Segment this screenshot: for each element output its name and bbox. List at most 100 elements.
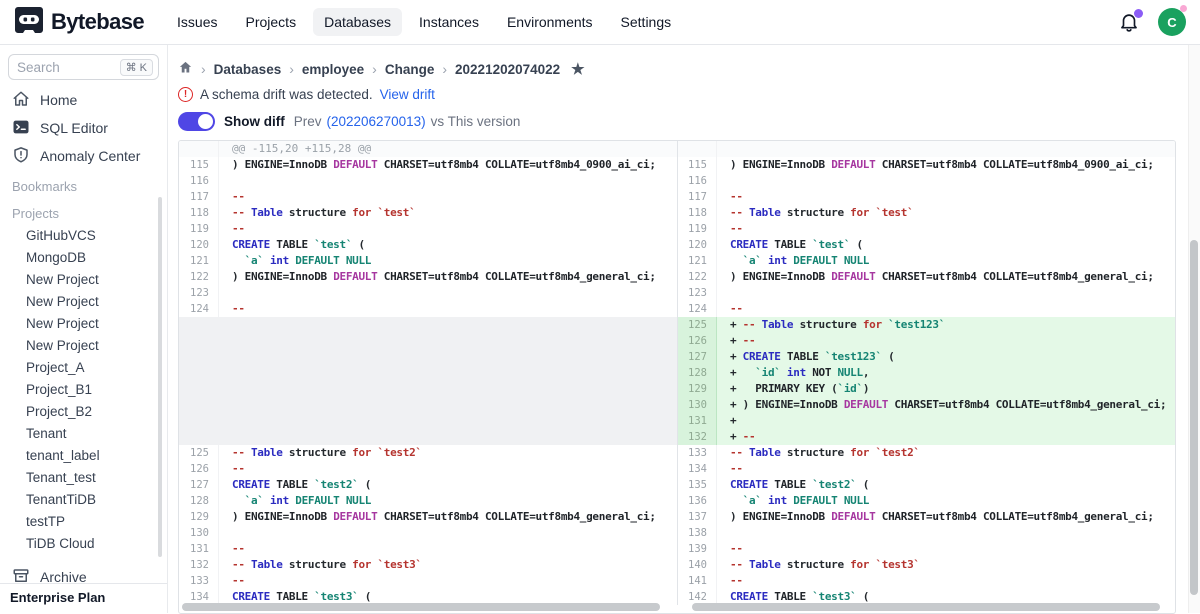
breadcrumb-item-employee[interactable]: employee xyxy=(302,62,364,77)
diff-line-number-left: 117 xyxy=(179,189,219,205)
diff-code-r: -- xyxy=(717,189,1175,205)
nav-item-projects[interactable]: Projects xyxy=(235,8,308,36)
diff-line-number-right: 122 xyxy=(677,269,717,285)
diff-line-number-right: 135 xyxy=(677,477,717,493)
schema-drift-alert: ! A schema drift was detected. View drif… xyxy=(178,83,1188,105)
diff-line-number-left: 121 xyxy=(179,253,219,269)
diff-right-hscrollbar[interactable] xyxy=(692,603,1160,611)
prev-version-link[interactable]: (202206270013) xyxy=(327,114,426,129)
anomaly-center-icon xyxy=(12,146,30,167)
search-input[interactable]: Search ⌘ K xyxy=(8,54,159,80)
diff-code-r: -- xyxy=(717,573,1175,589)
breadcrumb-item-databases[interactable]: Databases xyxy=(214,62,282,77)
diff-code-l: -- xyxy=(219,461,677,477)
diff-line-number-left: 123 xyxy=(179,285,219,301)
nav-item-databases[interactable]: Databases xyxy=(313,8,402,36)
diff-toolbar: Show diff Prev (202206270013) vs This ve… xyxy=(178,109,1188,133)
sidebar-project-tenanttidb[interactable]: TenantTiDB xyxy=(0,488,167,510)
diff-line-number-right: 131 xyxy=(677,413,717,429)
sidebar-project-project-b2[interactable]: Project_B2 xyxy=(0,400,167,422)
sidebar-project-new-project[interactable]: New Project xyxy=(0,290,167,312)
diff-code-l xyxy=(219,413,677,429)
diff-code-r: -- xyxy=(717,221,1175,237)
diff-code-l: `a` int DEFAULT NULL xyxy=(219,493,677,509)
page-scrollbar-thumb[interactable] xyxy=(1190,240,1198,595)
sidebar-project-tenant[interactable]: Tenant xyxy=(0,422,167,444)
avatar-initial: C xyxy=(1158,8,1186,36)
sidebar-project-new-project[interactable]: New Project xyxy=(0,312,167,334)
diff-line-number-left xyxy=(179,141,219,157)
diff-code-l: CREATE TABLE `test` ( xyxy=(219,237,677,253)
bytebase-logo[interactable]: Bytebase xyxy=(14,5,144,40)
sidebar-project-project-b1[interactable]: Project_B1 xyxy=(0,378,167,400)
diff-row: 131+ xyxy=(179,413,1175,429)
sidebar-sections: BookmarksProjectsGitHubVCSMongoDBNew Pro… xyxy=(0,170,167,554)
diff-line-number-left xyxy=(179,381,219,397)
breadcrumb-item-change[interactable]: Change xyxy=(385,62,435,77)
sidebar-item-anomaly-center[interactable]: Anomaly Center xyxy=(0,142,167,170)
notifications-button[interactable] xyxy=(1118,11,1140,33)
diff-row: 133--141-- xyxy=(179,573,1175,589)
diff-line-number-right: 133 xyxy=(677,445,717,461)
diff-row: 127CREATE TABLE `test2` (135CREATE TABLE… xyxy=(179,477,1175,493)
diff-code-r: `a` int DEFAULT NULL xyxy=(717,493,1175,509)
search-placeholder: Search xyxy=(17,60,120,75)
diff-code-r: -- xyxy=(717,541,1175,557)
search-shortcut-kbd: ⌘ K xyxy=(120,59,153,76)
sidebar-item-sql-editor[interactable]: SQL Editor xyxy=(0,114,167,142)
page-scrollbar-track xyxy=(1188,45,1200,613)
sidebar-project-project-a[interactable]: Project_A xyxy=(0,356,167,378)
sidebar-project-testtp[interactable]: testTP xyxy=(0,510,167,532)
diff-code-l: -- xyxy=(219,301,677,317)
diff-row: 122) ENGINE=InnoDB DEFAULT CHARSET=utf8m… xyxy=(179,269,1175,285)
diff-code-l xyxy=(219,173,677,189)
bookmark-star-icon[interactable]: ★ xyxy=(571,60,584,78)
diff-code-r xyxy=(717,285,1175,301)
toggle-knob xyxy=(198,114,213,129)
breadcrumb: ›Databases›employee›Change›2022120207402… xyxy=(178,57,1188,81)
diff-left-hscrollbar[interactable] xyxy=(182,603,660,611)
nav-item-issues[interactable]: Issues xyxy=(166,8,228,36)
diff-line-number-right: 134 xyxy=(677,461,717,477)
sidebar-project-new-project[interactable]: New Project xyxy=(0,268,167,290)
diff-code-r: + -- xyxy=(717,429,1175,445)
diff-line-number-right: 136 xyxy=(677,493,717,509)
diff-line-number-right: 128 xyxy=(677,365,717,381)
sidebar-item-home[interactable]: Home xyxy=(0,86,167,114)
breadcrumb-separator: › xyxy=(289,61,294,77)
diff-row: 125-- Table structure for `test2`133-- T… xyxy=(179,445,1175,461)
show-diff-toggle[interactable] xyxy=(178,112,215,131)
diff-code-l: `a` int DEFAULT NULL xyxy=(219,253,677,269)
user-avatar[interactable]: C xyxy=(1158,8,1186,36)
diff-line-number-right: 119 xyxy=(677,221,717,237)
diff-code-l: -- Table structure for `test` xyxy=(219,205,677,221)
top-navigation: Bytebase IssuesProjectsDatabasesInstance… xyxy=(0,0,1200,45)
sidebar-project-new-project[interactable]: New Project xyxy=(0,334,167,356)
diff-line-number-left xyxy=(179,429,219,445)
diff-code-r: -- Table structure for `test3` xyxy=(717,557,1175,573)
diff-row: 115) ENGINE=InnoDB DEFAULT CHARSET=utf8m… xyxy=(179,157,1175,173)
diff-line-number-left: 129 xyxy=(179,509,219,525)
diff-code-r: + CREATE TABLE `test123` ( xyxy=(717,349,1175,365)
nav-item-instances[interactable]: Instances xyxy=(408,8,490,36)
breadcrumb-separator: › xyxy=(442,61,447,77)
breadcrumb-home-icon[interactable] xyxy=(178,60,193,78)
nav-item-settings[interactable]: Settings xyxy=(610,8,683,36)
sidebar-project-tenant-label[interactable]: tenant_label xyxy=(0,444,167,466)
sidebar-scrollbar[interactable] xyxy=(158,197,162,557)
diff-row: 123123 xyxy=(179,285,1175,301)
diff-row: 131--139-- xyxy=(179,541,1175,557)
diff-line-number-left: 133 xyxy=(179,573,219,589)
diff-code-r: ) ENGINE=InnoDB DEFAULT CHARSET=utf8mb4 … xyxy=(717,509,1175,525)
sidebar-project-githubvcs[interactable]: GitHubVCS xyxy=(0,224,167,246)
sidebar-project-tenant-test[interactable]: Tenant_test xyxy=(0,466,167,488)
view-drift-link[interactable]: View drift xyxy=(380,87,435,102)
breadcrumb-item-20221202074022[interactable]: 20221202074022 xyxy=(455,62,560,77)
bytebase-logo-icon xyxy=(14,5,44,40)
diff-line-number-left: 118 xyxy=(179,205,219,221)
sidebar-project-mongodb[interactable]: MongoDB xyxy=(0,246,167,268)
sidebar-project-tidb-cloud[interactable]: TiDB Cloud xyxy=(0,532,167,554)
diff-code-r: CREATE TABLE `test2` ( xyxy=(717,477,1175,493)
diff-line-number-left xyxy=(179,317,219,333)
nav-item-environments[interactable]: Environments xyxy=(496,8,604,36)
